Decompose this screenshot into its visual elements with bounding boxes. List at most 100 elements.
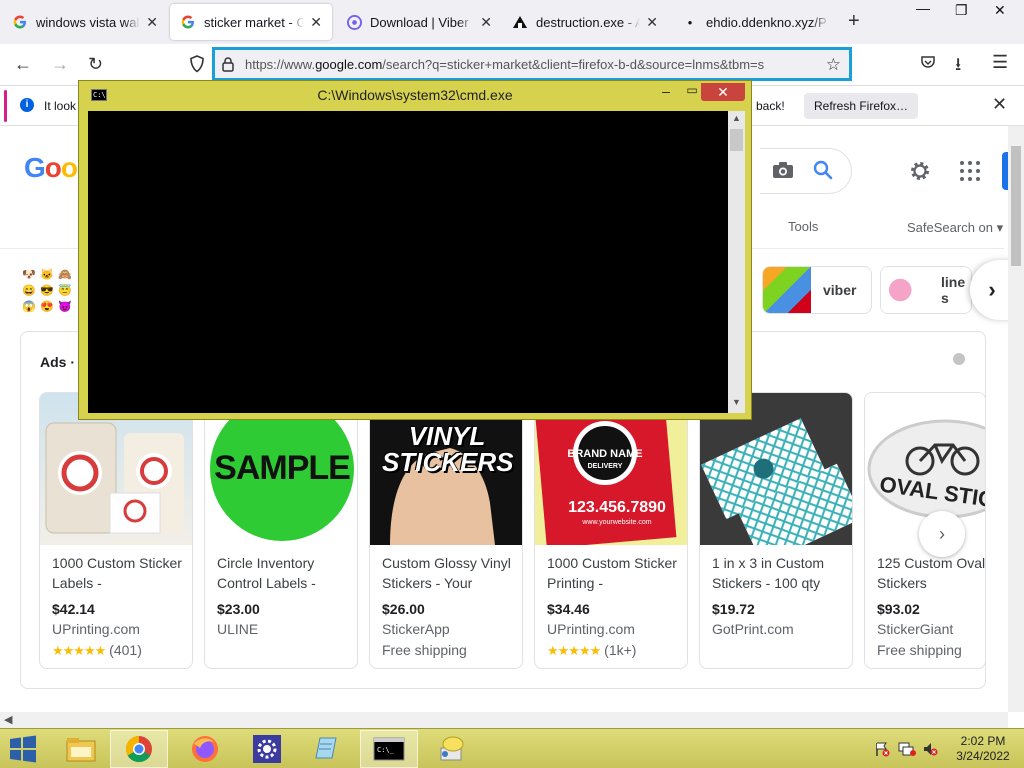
merchant-name: UPrinting.com: [547, 621, 635, 637]
firefox-icon[interactable]: [176, 730, 234, 768]
cmd-window[interactable]: C:\ C:\Windows\system32\cmd.exe – ▭ ✕ ▲ …: [78, 80, 752, 420]
product-image-text: www.yourwebsite.com: [582, 519, 652, 526]
product-price: $34.46: [547, 601, 590, 617]
cmd-minimize-icon[interactable]: –: [653, 83, 679, 101]
product-title: 125 Custom Oval Stickers: [877, 555, 986, 591]
search-icon[interactable]: [812, 159, 834, 181]
emoji-sticker-chip[interactable]: 🐶 🐱 🙈 😄 😎 😇 😱 😍 😈: [20, 266, 72, 314]
chip-label: viber: [823, 282, 857, 298]
google-apps-icon[interactable]: [960, 161, 980, 181]
scroll-left-icon[interactable]: ◀: [4, 713, 12, 726]
scroll-down-icon[interactable]: ▼: [732, 397, 741, 407]
network-icon[interactable]: [898, 741, 916, 757]
merchant-name: GotPrint.com: [712, 621, 794, 637]
tab-windows-vista[interactable]: windows vista wallpa ✕: [2, 4, 168, 40]
volume-muted-icon[interactable]: [922, 741, 938, 757]
site-icon: [512, 14, 528, 30]
back-icon[interactable]: ←: [14, 54, 32, 75]
rating-count: (401): [109, 642, 142, 658]
page-horizontal-scrollbar[interactable]: ◀: [0, 712, 1008, 728]
ad-card[interactable]: VINYL STICKERS Custom Glossy Vinyl Stick…: [369, 392, 523, 669]
menu-icon[interactable]: ☰: [992, 52, 1008, 73]
new-tab-button[interactable]: +: [848, 10, 860, 33]
tab-sticker-market[interactable]: sticker market - Goo ✕: [170, 4, 332, 40]
url-bar[interactable]: https://www. google.com/search?q=sticker+…: [212, 47, 852, 81]
taskbar: C:\_ 2:02 PM 3/24/2022: [0, 728, 1024, 768]
ad-card[interactable]: 1000 Custom Sticker Labels - $42.14 UPri…: [39, 392, 193, 669]
minimize-icon[interactable]: —: [916, 0, 930, 16]
tab-title: Download | Viber: [370, 14, 469, 30]
url-prefix: https://www.: [245, 56, 316, 72]
close-notification-icon[interactable]: ✕: [992, 94, 1007, 115]
tracking-shield-icon[interactable]: [189, 55, 205, 78]
product-title: Custom Glossy Vinyl Stickers - Your: [382, 555, 511, 591]
action-center-flag-icon[interactable]: [874, 741, 890, 757]
google-logo[interactable]: Goo: [24, 152, 78, 184]
chip-thumbnail: [763, 267, 811, 313]
close-tab-icon[interactable]: ✕: [480, 14, 492, 31]
notepad-icon[interactable]: [296, 730, 354, 768]
close-window-icon[interactable]: ✕: [994, 2, 1006, 19]
notification-message: It look: [44, 99, 77, 113]
page-vertical-scrollbar[interactable]: [1008, 126, 1024, 712]
bookmark-star-icon[interactable]: ☆: [821, 55, 841, 75]
file-explorer-icon[interactable]: [52, 730, 110, 768]
product-price: $23.00: [217, 601, 260, 617]
product-title: 1000 Custom Sticker Printing -: [547, 555, 677, 591]
reload-icon[interactable]: ↻: [88, 54, 103, 75]
emoji-thumb: 😄: [22, 285, 36, 297]
rating-stars: ★★★★★: [547, 643, 601, 658]
downloads-icon[interactable]: ⭳: [955, 52, 961, 82]
forward-icon[interactable]: →: [51, 54, 69, 75]
product-image-text: BRAND NAME: [567, 448, 643, 460]
ads-info-icon[interactable]: [953, 353, 965, 365]
rating-count: (1k+): [604, 642, 637, 658]
scrollbar-thumb[interactable]: [730, 129, 743, 151]
ad-card[interactable]: 1 in x 3 in Custom Stickers - 100 qty $1…: [699, 392, 853, 669]
scrollbar-thumb[interactable]: [1011, 146, 1021, 266]
chip-viber[interactable]: viber: [762, 266, 872, 314]
ad-card[interactable]: BRAND NAME DELIVERY 123.456.7890 www.you…: [534, 392, 688, 669]
cmd-scrollbar[interactable]: ▲ ▼: [728, 111, 745, 413]
viber-icon: [346, 14, 362, 30]
product-title: Circle Inventory Control Labels -: [217, 555, 316, 591]
windows-start-icon[interactable]: [8, 735, 38, 763]
ad-card[interactable]: SAMPLE Circle Inventory Control Labels -…: [204, 392, 358, 669]
product-title: 1000 Custom Sticker Labels -: [52, 555, 182, 591]
cmd-window-title: C:\Windows\system32\cmd.exe: [317, 87, 513, 103]
carousel-next-arrow-icon[interactable]: ›: [919, 511, 965, 557]
system-clock[interactable]: 2:02 PM 3/24/2022: [950, 734, 1016, 764]
close-tab-icon[interactable]: ✕: [146, 14, 158, 31]
chip-line[interactable]: line s: [880, 266, 972, 314]
url-path: /search?q=sticker+market&client=firefox-…: [382, 56, 765, 72]
cmd-title-bar[interactable]: C:\ C:\Windows\system32\cmd.exe – ▭ ✕: [79, 81, 751, 109]
cmd-console-area[interactable]: [88, 111, 728, 413]
clock-time: 2:02 PM: [960, 734, 1006, 748]
refresh-firefox-button[interactable]: Refresh Firefox…: [804, 93, 919, 119]
tab-destruction[interactable]: destruction.exe - And ✕: [502, 4, 668, 40]
tab-ehdio[interactable]: ● ehdio.ddenkno.xyz/P: [672, 4, 840, 40]
rating: ★★★★★ (401): [52, 642, 142, 659]
notification-accent: [4, 90, 7, 122]
camera-icon[interactable]: [772, 161, 794, 179]
merchant-name: StickerApp: [382, 621, 450, 637]
restore-icon[interactable]: ❐: [955, 2, 968, 19]
chrome-icon[interactable]: [110, 730, 168, 768]
pocket-icon[interactable]: [920, 54, 936, 75]
tab-viber[interactable]: Download | Viber ✕: [336, 4, 502, 40]
tools-button[interactable]: Tools: [788, 219, 818, 234]
emoji-thumb: 😍: [40, 301, 54, 313]
close-tab-icon[interactable]: ✕: [310, 14, 322, 31]
settings-gear-icon[interactable]: [908, 159, 932, 183]
settings-app-icon[interactable]: [238, 730, 296, 768]
cmd-taskbar-icon[interactable]: C:\_: [360, 730, 418, 768]
cmd-close-icon[interactable]: ✕: [701, 83, 745, 101]
lock-icon[interactable]: [221, 56, 235, 75]
search-box-right[interactable]: [760, 148, 852, 194]
product-image-text: VINYL STICKERS: [382, 421, 514, 477]
scroll-up-icon[interactable]: ▲: [732, 113, 741, 123]
emoji-thumb: 😎: [40, 285, 54, 297]
safesearch-toggle[interactable]: SafeSearch on ▾: [907, 220, 1003, 236]
close-tab-icon[interactable]: ✕: [646, 14, 658, 31]
messenger-icon[interactable]: [422, 730, 480, 768]
